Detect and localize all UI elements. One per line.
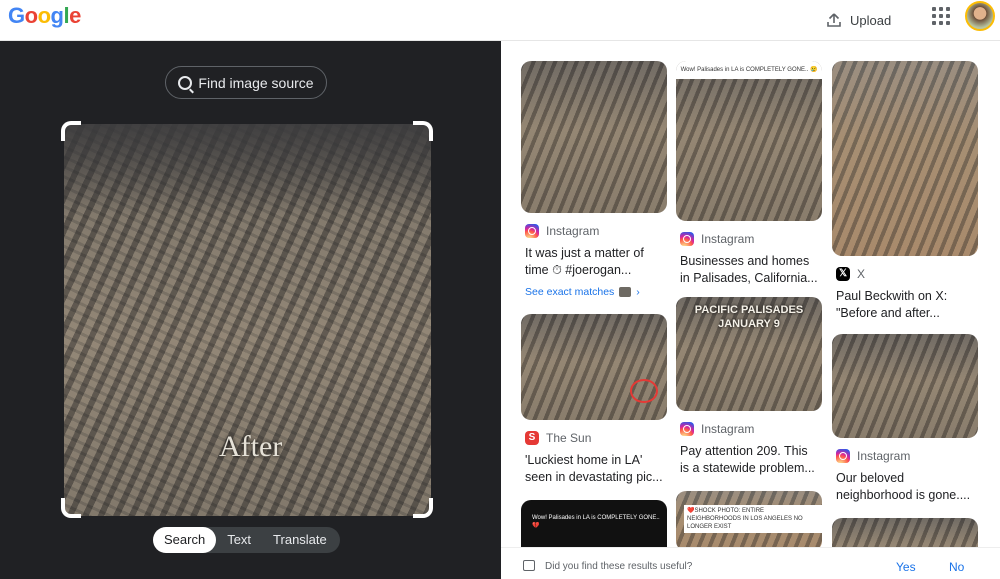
- lens-icon: [178, 75, 193, 90]
- results-column-3: 𝕏X Paul Beckwith on X: "Before and after…: [832, 61, 978, 547]
- mode-switcher: Search Text Translate: [153, 527, 340, 553]
- result-title[interactable]: It was just a matter of time ⏱ #joerogan…: [525, 245, 663, 279]
- result-source: Instagram: [701, 422, 755, 436]
- upload-button[interactable]: Upload: [826, 6, 891, 34]
- feedback-icon: [523, 560, 535, 571]
- crop-handle-top-right[interactable]: [413, 121, 433, 141]
- result-thumbnail[interactable]: [521, 61, 667, 213]
- the-sun-icon: S: [525, 431, 539, 445]
- thumbnail-overlay-text: PACIFIC PALISADES JANUARY 9: [694, 304, 804, 330]
- mode-text[interactable]: Text: [216, 527, 262, 553]
- find-image-source-label: Find image source: [198, 74, 314, 91]
- see-exact-matches-label: See exact matches: [525, 286, 615, 298]
- mode-translate[interactable]: Translate: [262, 527, 338, 553]
- result-card[interactable]: Instagram Our beloved neighborhood is go…: [832, 334, 978, 504]
- see-exact-matches-link[interactable]: See exact matches ›: [525, 286, 663, 298]
- crop-handle-top-left[interactable]: [61, 121, 81, 141]
- query-image[interactable]: After: [64, 124, 431, 516]
- result-card[interactable]: Wow! Palisades in LA is COMPLETELY GONE.…: [521, 500, 667, 547]
- chevron-right-icon: ›: [636, 286, 640, 298]
- feedback-bar: Did you find these results useful? Yes N…: [501, 547, 1000, 579]
- find-image-source-button[interactable]: Find image source: [165, 66, 327, 99]
- result-source: The Sun: [546, 431, 592, 445]
- results-column-2: Wow! Palisades in LA is COMPLETELY GONE.…: [676, 61, 822, 547]
- result-title[interactable]: Paul Beckwith on X: "Before and after...: [836, 288, 974, 322]
- feedback-yes-button[interactable]: Yes: [896, 560, 916, 574]
- thumbnail-caption: Wow! Palisades in LA is COMPLETELY GONE.…: [676, 61, 822, 79]
- result-card[interactable]: Wow! Palisades in LA is COMPLETELY GONE.…: [676, 61, 822, 287]
- mode-search[interactable]: Search: [153, 527, 217, 553]
- result-card[interactable]: 𝕏X Paul Beckwith on X: "Before and after…: [832, 61, 978, 322]
- result-source: Instagram: [857, 449, 911, 463]
- google-logo[interactable]: Google: [8, 3, 81, 29]
- result-title[interactable]: Our beloved neighborhood is gone....: [836, 470, 974, 504]
- result-thumbnail[interactable]: PACIFIC PALISADES JANUARY 9: [676, 297, 822, 411]
- thumbnail-caption: ❤️SHOCK PHOTO: ENTIRE NEIGHBORHOODS IN L…: [684, 505, 822, 533]
- apps-grid-icon[interactable]: [932, 7, 950, 25]
- instagram-icon: [525, 224, 539, 238]
- result-thumbnail[interactable]: Wow! Palisades in LA is COMPLETELY GONE.…: [521, 500, 667, 547]
- feedback-no-button[interactable]: No: [949, 560, 964, 574]
- result-card[interactable]: S The Sun 'Luckiest home in LA' seen in d…: [521, 314, 667, 486]
- query-image-panel: Find image source After Search Text Tran…: [0, 41, 501, 579]
- crop-handle-bottom-left[interactable]: [61, 498, 81, 518]
- results-column-1: Instagram It was just a matter of time ⏱…: [521, 61, 667, 547]
- result-card[interactable]: Instagram It was just a matter of time ⏱…: [521, 61, 667, 298]
- result-thumbnail[interactable]: ❤️SHOCK PHOTO: ENTIRE NEIGHBORHOODS IN L…: [676, 491, 822, 547]
- instagram-icon: [680, 422, 694, 436]
- instagram-icon: [836, 449, 850, 463]
- image-caption: After: [219, 430, 283, 463]
- result-source: Instagram: [701, 232, 755, 246]
- result-source: X: [857, 267, 866, 281]
- feedback-question: Did you find these results useful?: [545, 561, 693, 572]
- result-card[interactable]: ❤️SHOCK PHOTO: ENTIRE NEIGHBORHOODS IN L…: [676, 491, 822, 547]
- result-thumbnail[interactable]: [832, 334, 978, 438]
- result-title[interactable]: Businesses and homes in Palisades, Calif…: [680, 253, 818, 287]
- result-source: Instagram: [546, 224, 600, 238]
- top-bar: Google Upload: [0, 0, 1000, 41]
- result-card[interactable]: [832, 518, 978, 547]
- result-thumbnail[interactable]: [832, 518, 978, 547]
- result-title[interactable]: 'Luckiest home in LA' seen in devastatin…: [525, 452, 663, 486]
- crop-handle-bottom-right[interactable]: [413, 498, 433, 518]
- result-thumbnail[interactable]: Wow! Palisades in LA is COMPLETELY GONE.…: [676, 61, 822, 221]
- instagram-icon: [680, 232, 694, 246]
- result-thumbnail[interactable]: [832, 61, 978, 256]
- x-icon: 𝕏: [836, 267, 850, 281]
- upload-label: Upload: [850, 12, 892, 28]
- result-title[interactable]: Pay attention 209. This is a statewide p…: [680, 443, 818, 477]
- avatar[interactable]: [965, 1, 995, 31]
- result-thumbnail[interactable]: [521, 314, 667, 420]
- thumbnail-caption: Wow! Palisades in LA is COMPLETELY GONE.…: [532, 515, 660, 529]
- results-panel: Instagram It was just a matter of time ⏱…: [501, 41, 1000, 547]
- upload-icon: [827, 13, 841, 27]
- result-card[interactable]: PACIFIC PALISADES JANUARY 9 Instagram Pa…: [676, 297, 822, 477]
- highlight-circle: [630, 379, 658, 403]
- exact-match-thumbnail: [619, 287, 632, 297]
